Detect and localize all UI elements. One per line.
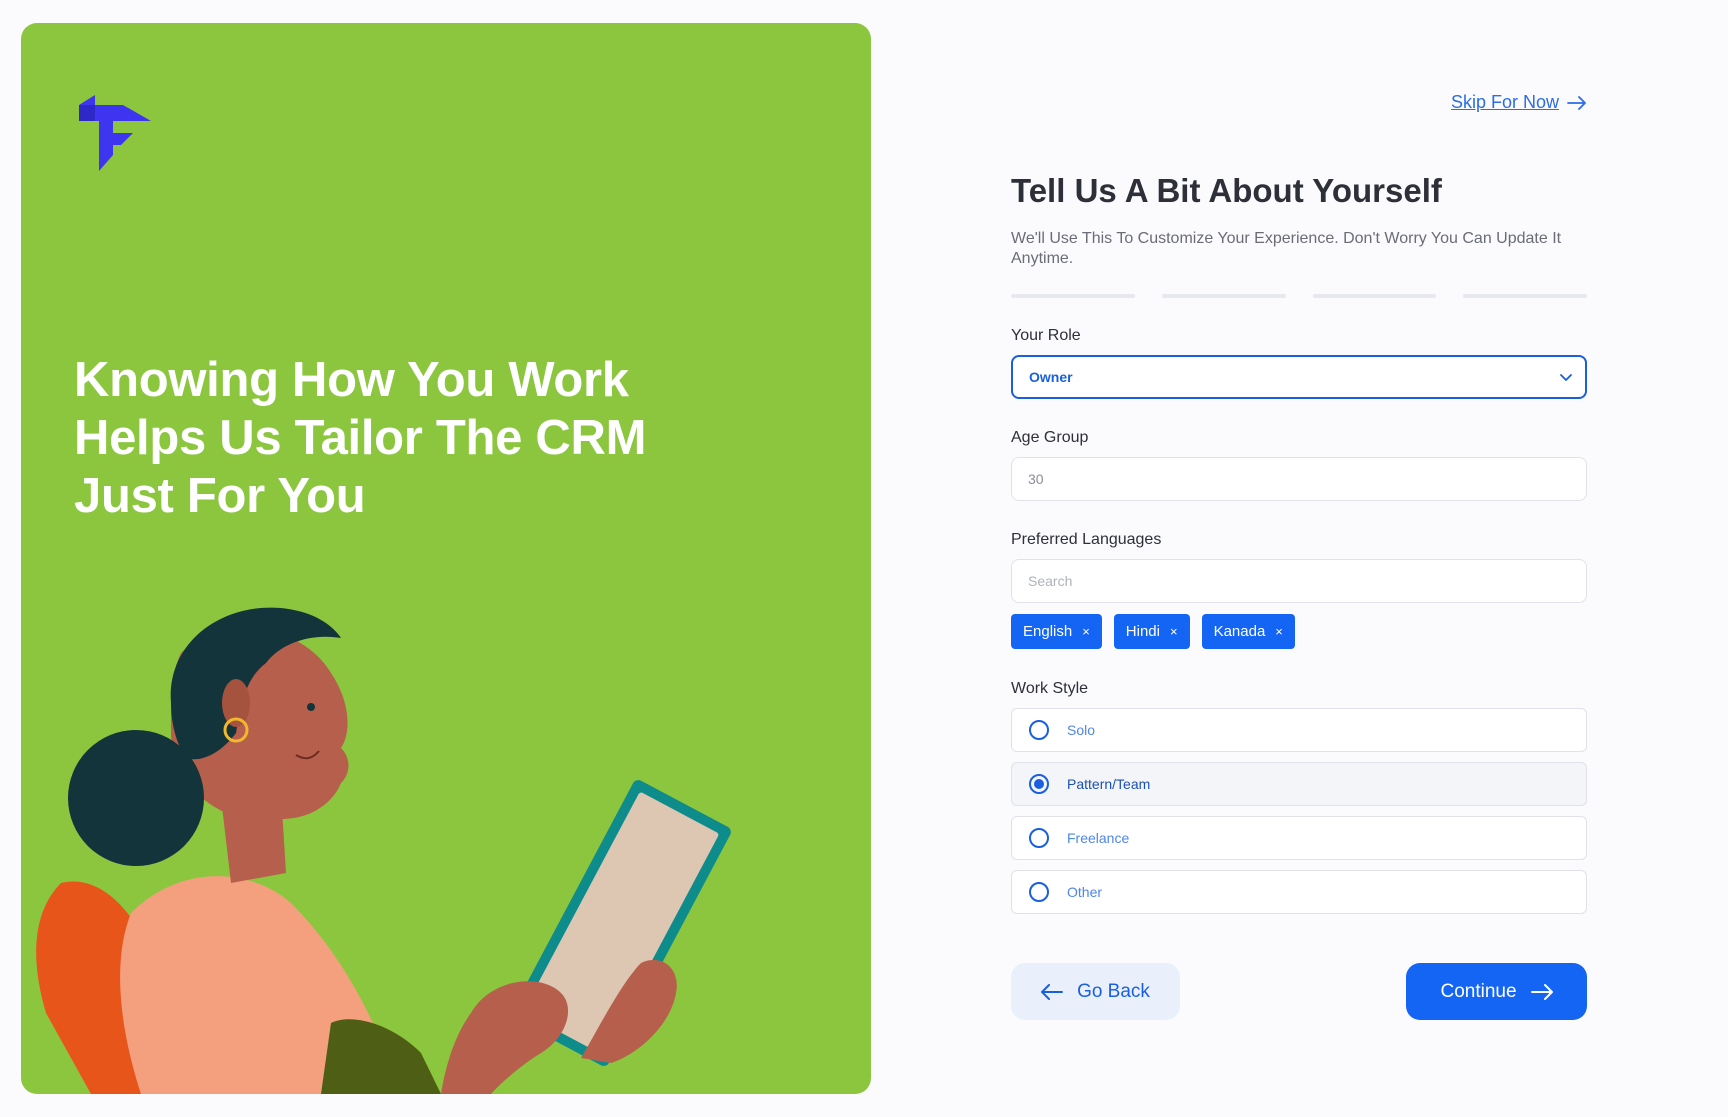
- language-tag-kanada: Kanada ×: [1201, 614, 1295, 649]
- go-back-label: Go Back: [1077, 980, 1150, 1002]
- radio-button[interactable]: [1029, 882, 1049, 902]
- woman-with-tablet-illustration: [36, 607, 731, 1094]
- hero-title: Knowing How You Work Helps Us Tailor The…: [74, 353, 647, 523]
- form-subtitle: We'll Use This To Customize Your Experie…: [1011, 230, 1562, 267]
- radio-button-checked[interactable]: [1029, 774, 1049, 794]
- language-tag-english: English ×: [1011, 614, 1102, 649]
- onboarding-form: Skip For Now Tell Us A Bit About Yoursel…: [1011, 0, 1587, 1117]
- selected-languages: English × Hindi × Kanada ×: [1011, 614, 1295, 649]
- radio-dot: [1034, 779, 1044, 789]
- progress-step: [1161, 294, 1286, 298]
- work-style-option-other[interactable]: Other: [1011, 870, 1587, 914]
- radio-button[interactable]: [1029, 720, 1049, 740]
- remove-tag-icon[interactable]: ×: [1275, 625, 1283, 638]
- role-select[interactable]: Owner: [1011, 355, 1587, 399]
- form-title: Tell Us A Bit About Yourself: [1011, 172, 1442, 209]
- arrow-right-icon: [1530, 983, 1553, 1000]
- language-tag-label: English: [1023, 623, 1073, 640]
- option-label: Other: [1067, 884, 1103, 900]
- arrow-left-icon: [1041, 983, 1064, 1000]
- work-style-option-solo[interactable]: Solo: [1011, 708, 1587, 752]
- age-group-field[interactable]: 30: [1011, 457, 1587, 501]
- languages-search-input[interactable]: [1028, 573, 1570, 589]
- chevron-down-icon: [1560, 374, 1572, 381]
- languages-label: Preferred Languages: [1011, 531, 1162, 548]
- language-tag-hindi: Hindi ×: [1113, 614, 1190, 649]
- remove-tag-icon[interactable]: ×: [1082, 625, 1090, 638]
- age-group-label: Age Group: [1011, 429, 1089, 446]
- remove-tag-icon[interactable]: ×: [1170, 625, 1178, 638]
- work-style-option-pattern-team[interactable]: Pattern/Team: [1011, 762, 1587, 806]
- arrow-right-icon: [1567, 95, 1586, 110]
- age-group-value: 30: [1028, 471, 1044, 487]
- work-style-option-freelance[interactable]: Freelance: [1011, 816, 1587, 860]
- continue-button[interactable]: Continue: [1406, 963, 1587, 1020]
- brand-logo-icon: [79, 95, 151, 171]
- languages-search-field[interactable]: [1011, 559, 1587, 603]
- progress-steps: [1011, 294, 1587, 298]
- option-label: Freelance: [1067, 830, 1130, 846]
- progress-step: [1312, 294, 1437, 298]
- work-style-label: Work Style: [1011, 680, 1089, 697]
- role-value: Owner: [1029, 369, 1073, 385]
- skip-for-now-link[interactable]: Skip For Now: [1451, 92, 1587, 113]
- role-label: Your Role: [1011, 327, 1081, 344]
- progress-step: [1011, 294, 1135, 298]
- continue-label: Continue: [1440, 980, 1517, 1002]
- skip-label: Skip For Now: [1450, 92, 1559, 112]
- option-label: Solo: [1067, 722, 1096, 738]
- radio-button[interactable]: [1029, 828, 1049, 848]
- go-back-button[interactable]: Go Back: [1011, 963, 1180, 1020]
- language-tag-label: Hindi: [1125, 623, 1160, 640]
- option-label: Pattern/Team: [1067, 776, 1151, 792]
- hero-panel: Knowing How You Work Helps Us Tailor The…: [21, 23, 871, 1094]
- language-tag-label: Kanada: [1213, 623, 1266, 640]
- progress-step: [1463, 294, 1587, 298]
